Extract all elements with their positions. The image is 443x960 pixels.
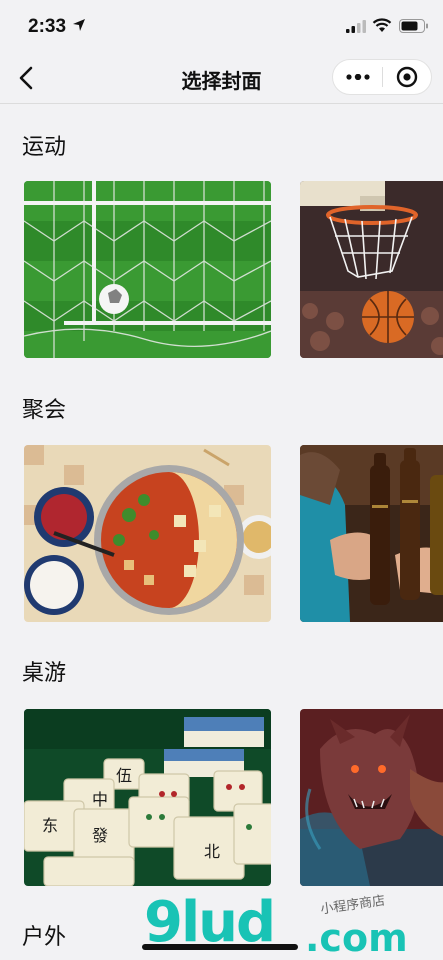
status-bar: 2:33 bbox=[0, 0, 443, 52]
mahjong-tiles-image: 伍 中 發 北 东 bbox=[24, 709, 271, 886]
cover-image-werewolf[interactable] bbox=[300, 709, 443, 886]
cover-image-beer[interactable] bbox=[300, 445, 443, 622]
section-title-boardgames: 桌游 bbox=[22, 661, 67, 686]
beer-toast-image bbox=[300, 445, 443, 622]
wifi-icon bbox=[372, 18, 392, 32]
cover-image-basketball[interactable] bbox=[300, 181, 443, 358]
section-title-outdoor: 户外 bbox=[22, 925, 67, 950]
home-indicator bbox=[142, 944, 298, 950]
close-miniprogram-button[interactable] bbox=[383, 60, 431, 94]
section-title-party: 聚会 bbox=[22, 398, 67, 423]
more-dots-icon bbox=[345, 74, 370, 80]
battery-icon bbox=[399, 19, 428, 33]
hotpot-dinner-image bbox=[24, 445, 271, 622]
chevron-left-icon bbox=[19, 66, 33, 90]
cellular-signal-icon bbox=[346, 20, 366, 33]
svg-text:北: 北 bbox=[204, 842, 220, 861]
section-title-sports: 运动 bbox=[22, 135, 67, 160]
soccer-goal-image bbox=[24, 181, 271, 358]
more-button[interactable] bbox=[333, 60, 382, 94]
cover-image-hotpot[interactable] bbox=[24, 445, 271, 622]
target-close-icon bbox=[396, 66, 418, 88]
cover-image-soccer[interactable] bbox=[24, 181, 271, 358]
svg-text:东: 东 bbox=[42, 816, 58, 835]
svg-text:發: 發 bbox=[92, 826, 108, 845]
status-time: 2:33 bbox=[28, 16, 67, 37]
nav-bar: 选择封面 bbox=[0, 52, 443, 104]
back-button[interactable] bbox=[8, 62, 44, 94]
location-arrow-icon bbox=[73, 19, 85, 31]
werewolf-card-image bbox=[300, 709, 443, 886]
cover-picker-list: 运动 聚会 桌游 伍 中 發 北 东 户外 bbox=[0, 105, 443, 960]
basketball-hoop-image bbox=[300, 181, 443, 358]
svg-text:伍: 伍 bbox=[116, 766, 132, 785]
svg-text:中: 中 bbox=[92, 790, 108, 809]
cover-image-mahjong[interactable]: 伍 中 發 北 东 bbox=[24, 709, 271, 886]
miniprogram-capsule bbox=[332, 59, 432, 95]
